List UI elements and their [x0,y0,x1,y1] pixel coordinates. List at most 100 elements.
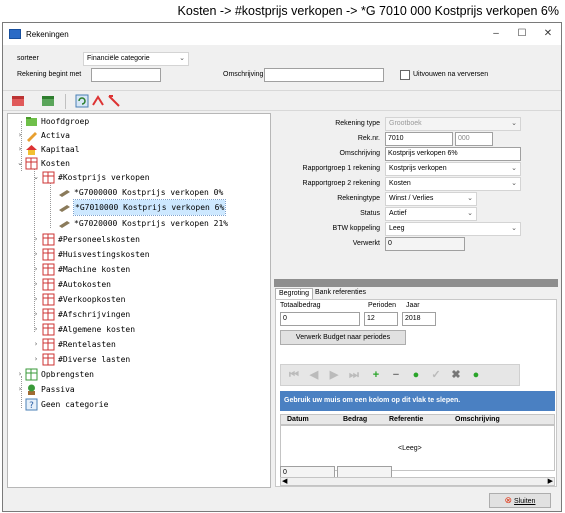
scroll-left-icon[interactable]: ◀ [282,477,287,485]
rekeningtype-label: Rekening type [335,120,380,127]
column-omschrijving[interactable]: Omschrijving [455,416,500,423]
ledger-icon [42,263,55,276]
chevron-down-icon: ⌄ [511,225,517,232]
close-button[interactable]: ✕ [535,23,561,45]
expand-icon[interactable] [91,94,105,108]
totaal-input[interactable]: 0 [280,312,360,326]
delete-icon[interactable]: − [389,368,403,382]
rekeningtype2-label: Rekeningtype [337,195,380,202]
add-icon[interactable]: + [369,368,383,382]
begint-label: Rekening begint met [17,71,82,78]
expand-icon[interactable]: › [16,382,24,397]
ledger-icon [42,323,55,336]
account-details: Rekening type Grootboek ⌄ Rek.nr. 7010 0… [274,113,558,278]
prev-page-icon[interactable]: ◀ [307,368,321,382]
expand-icon[interactable]: › [32,322,40,337]
rapportgroep2-label: Rapportgroep 2 rekening [302,180,380,187]
verwerk-budget-button[interactable]: Verwerk Budget naar periodes [280,330,406,345]
tree-item-label: #Rentelasten [58,340,116,349]
add-account-icon[interactable] [41,94,55,108]
collapse-icon[interactable]: ⌄ [32,170,40,185]
refresh-icon[interactable] [75,94,89,108]
ledger-icon [42,338,55,351]
expand-icon[interactable]: › [16,367,24,382]
detail-panel: Rekening type Grootboek ⌄ Rek.nr. 7010 0… [274,113,558,488]
column-referentie[interactable]: Referentie [389,416,423,423]
rapportgroep1-select[interactable]: Kostprijs verkopen ⌄ [385,162,521,176]
next-page-icon[interactable]: ▶ [327,368,341,382]
perioden-label: Perioden [368,302,397,309]
grid-body: <Leeg> [280,425,555,471]
collapse-icon[interactable]: ⌄ [16,156,24,171]
expand-icon[interactable]: › [32,292,40,307]
scroll-right-icon[interactable]: ▶ [548,477,553,485]
ledger-green-icon [25,368,38,381]
tab-bank-referenties[interactable]: Bank referenties [312,288,369,299]
collapse-icon[interactable] [107,94,121,108]
tree-item-label: #Algemene kosten [58,325,136,334]
column-bedrag[interactable]: Bedrag [343,416,367,423]
expand-icon[interactable]: › [16,142,24,157]
horizontal-scrollbar[interactable]: ◀ ▶ [280,477,555,486]
expand-icon[interactable]: › [32,352,40,367]
tree-item-label: *G7010000 Kostprijs verkopen 6% [72,199,227,216]
group-by-box[interactable]: Gebruik uw muis om een kolom op dit vlak… [280,391,555,411]
status-label: Status [360,210,380,217]
ledger-icon [42,308,55,321]
app-icon [9,29,21,39]
rapportgroep2-select[interactable]: Kosten ⌄ [385,177,521,191]
btw-select[interactable]: Leeg ⌄ [385,222,521,236]
tree-item-label: #Autokosten [58,280,111,289]
tree-item-label: Kapitaal [41,145,80,154]
rekeningtype2-select[interactable]: Winst / Verlies ⌄ [385,192,477,206]
expand-icon[interactable]: › [32,232,40,247]
caption: Kosten -> #kostprijs verkopen -> *G 7010… [177,4,559,18]
ledger-icon [42,171,55,184]
expand-icon[interactable]: › [32,277,40,292]
rekeningen-window: Rekeningen – ☐ ✕ sorteer Financiële cate… [2,22,562,512]
grid-column-headers: Datum Bedrag Referentie Omschrijving [280,414,555,425]
expand-icon[interactable]: › [32,247,40,262]
omschrijving-input[interactable]: Kostprijs verkopen 6% [385,147,521,161]
post-icon[interactable]: ✓ [429,368,443,382]
folder-green-icon [26,117,37,126]
begint-input[interactable] [91,68,161,82]
house-icon [26,145,37,155]
last-icon[interactable]: ⏭ [347,368,361,382]
first-icon[interactable]: ⏮ [287,368,301,382]
minimize-button[interactable]: – [483,23,509,45]
begroting-panel: Totaalbedrag Perioden Jaar 0 12 2018 Ver… [275,299,557,487]
cancel-icon[interactable]: ✖ [449,368,463,382]
perioden-input[interactable]: 12 [364,312,398,326]
jaar-input[interactable]: 2018 [402,312,436,326]
uitvouwen-checkbox[interactable] [400,70,410,80]
expand-icon[interactable]: › [32,262,40,277]
tree-item-label: #Personeelskosten [58,235,140,244]
status-select[interactable]: Actief ⌄ [385,207,477,221]
grid-navigator: ⏮ ◀ ▶ ⏭ + − ● ✓ ✖ ● [280,364,520,386]
tree-item-label: #Diverse lasten [58,355,131,364]
expand-icon[interactable]: › [32,307,40,322]
sluiten-button[interactable]: ⊗ Sluiten [489,493,551,508]
remove-account-icon[interactable] [11,94,25,108]
refresh-icon[interactable]: ● [469,368,483,382]
plant-icon [28,384,35,395]
verwerkt-label: Verwerkt [352,240,380,247]
maximize-button[interactable]: ☐ [509,23,535,45]
window-title: Rekeningen [26,29,69,39]
column-datum[interactable]: Datum [287,416,309,423]
expand-icon[interactable]: › [32,337,40,352]
tab-begroting[interactable]: Begroting [275,288,313,299]
wrench-icon [59,190,70,197]
panel-splitter[interactable] [274,279,558,287]
edit-icon[interactable]: ● [409,368,423,382]
tree-item-label: Hoofdgroep [41,117,90,126]
expand-icon[interactable]: › [16,128,24,143]
rekeningtype-select[interactable]: Grootboek ⌄ [385,117,521,131]
sorteer-select[interactable]: Financiële categorie ⌄ [83,52,189,66]
omschrijving-filter-input[interactable] [264,68,384,82]
tree-item-label: #Kostprijs verkopen [58,173,150,182]
reknr-sub-input[interactable]: 000 [455,132,493,146]
reknr-input[interactable]: 7010 [385,132,453,146]
tree-item-label: Passiva [41,385,75,394]
